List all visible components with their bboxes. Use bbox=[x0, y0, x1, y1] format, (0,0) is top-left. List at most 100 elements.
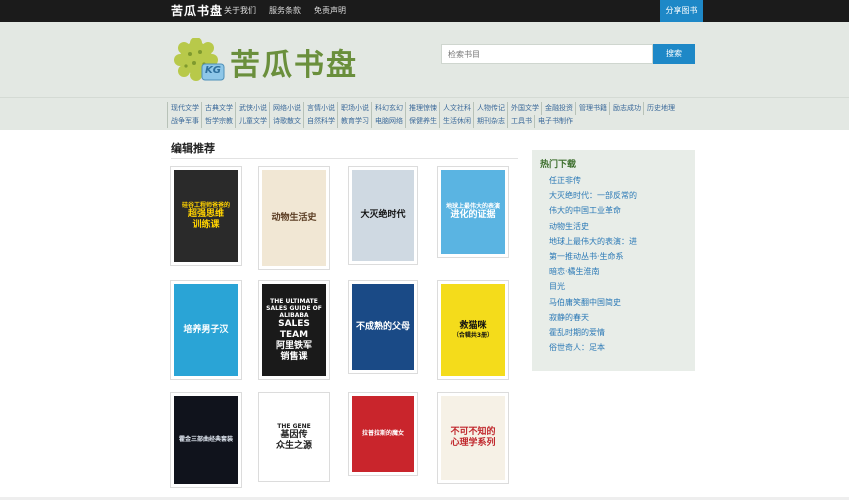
category-link[interactable]: 人物传记 bbox=[473, 102, 505, 115]
divider bbox=[171, 158, 518, 159]
book-cover: 大灭绝时代 bbox=[352, 170, 414, 261]
book-card[interactable]: 拉普拉斯的魔女 bbox=[348, 392, 418, 476]
category-link[interactable]: 言情小说 bbox=[303, 102, 335, 115]
book-card[interactable]: 硅谷工程师爸爸的 超强思维 训练课 bbox=[170, 166, 242, 266]
book-card[interactable]: THE ULTIMATE SALES GUIDE OF ALIBABA SALES TE… bbox=[258, 280, 330, 380]
brand-name[interactable]: 苦瓜书盘 bbox=[171, 2, 223, 19]
hot-download-link[interactable]: 动物生活史 bbox=[549, 219, 689, 234]
book-cover: THE ULTIMATE SALES GUIDE OF ALIBABA SALES TE… bbox=[262, 284, 326, 376]
category-nav: 现代文学 古典文学 武侠小说 网络小说 言情小说 职场小说 科幻玄幻 推理惊悚 人文社科 人物传记… bbox=[0, 97, 849, 130]
book-cover-text: 培养男子汉 bbox=[183, 324, 229, 335]
book-cover-text: 不可不知的 bbox=[450, 427, 496, 438]
book-cover: 不可不知的 心理学系列 bbox=[441, 396, 505, 480]
editor-picks-title: 编辑推荐 bbox=[171, 142, 215, 155]
category-link[interactable]: 保健养生 bbox=[405, 115, 437, 128]
book-card[interactable]: THE GENE 基因传 众生之源 bbox=[258, 392, 330, 482]
category-link[interactable]: 历史地理 bbox=[643, 102, 675, 115]
book-cover-text: 众生之源 bbox=[275, 440, 312, 451]
category-link[interactable]: 励志成功 bbox=[609, 102, 641, 115]
category-link[interactable]: 推理惊悚 bbox=[405, 102, 437, 115]
book-cover: 霍金三部曲经典套装 bbox=[174, 396, 238, 484]
hot-download-link[interactable]: 地球上最伟大的表演：进 bbox=[549, 234, 689, 249]
hot-download-link[interactable]: 大灭绝时代：一部反常的 bbox=[549, 188, 689, 203]
book-card[interactable]: 不成熟的父母 bbox=[348, 280, 418, 374]
nav-about[interactable]: 关于我们 bbox=[224, 5, 256, 16]
book-card[interactable]: 霍金三部曲经典套装 bbox=[170, 392, 242, 488]
category-link[interactable]: 电子书制作 bbox=[534, 115, 573, 128]
book-grid: 硅谷工程师爸爸的 超强思维 训练课 动物生活史 大灭绝时代 地球上最伟大的表演 进化的证据培… bbox=[170, 166, 515, 496]
search-button[interactable]: 搜索 bbox=[653, 44, 695, 64]
hot-downloads-list: 任正非传 大灭绝时代：一部反常的 伟大的中国工业革命 动物生活史 地球上最伟大的表演：进… bbox=[549, 173, 689, 355]
book-cover: 培养男子汉 bbox=[174, 284, 238, 376]
book-cover-text: SALES bbox=[278, 319, 310, 330]
category-link[interactable]: 教育学习 bbox=[337, 115, 369, 128]
category-link[interactable]: 网络小说 bbox=[269, 102, 301, 115]
category-link[interactable]: 战争军事 bbox=[167, 115, 199, 128]
category-link[interactable]: 生活休闲 bbox=[439, 115, 471, 128]
category-link[interactable]: 诗歌散文 bbox=[269, 115, 301, 128]
book-cover-text: 不成熟的父母 bbox=[355, 321, 410, 332]
nav-terms[interactable]: 服务条款 bbox=[269, 5, 301, 16]
logo-text: 苦瓜书盘 bbox=[230, 48, 358, 83]
book-cover-text: THE ULTIMATE bbox=[270, 297, 318, 305]
hot-download-link[interactable]: 暗恋·橘生淮南 bbox=[549, 264, 689, 279]
hot-download-link[interactable]: 第一推动丛书·生命系 bbox=[549, 249, 689, 264]
book-card[interactable]: 动物生活史 bbox=[258, 166, 330, 270]
book-cover: 硅谷工程师爸爸的 超强思维 训练课 bbox=[174, 170, 238, 262]
site-logo[interactable]: KG 苦瓜书盘 bbox=[174, 38, 359, 83]
hot-download-link[interactable]: 俗世奇人：足本 bbox=[549, 340, 689, 355]
hot-download-link[interactable]: 马伯庸笑翻中国简史 bbox=[549, 295, 689, 310]
book-cover-text: 销售课 bbox=[280, 351, 308, 362]
hot-download-link[interactable]: 寂静的春天 bbox=[549, 310, 689, 325]
book-cover-text: 动物生活史 bbox=[271, 212, 317, 223]
book-cover-text: （合辑共3册） bbox=[452, 331, 494, 339]
top-bar: 苦瓜书盘 关于我们 服务条款 免责声明 分享图书 bbox=[0, 0, 849, 22]
category-link[interactable]: 管理书籍 bbox=[575, 102, 607, 115]
category-link[interactable]: 古典文学 bbox=[201, 102, 233, 115]
share-book-button[interactable]: 分享图书 bbox=[660, 0, 703, 22]
hot-download-link[interactable]: 目光 bbox=[549, 279, 689, 294]
book-cover-text: 阿里铁军 bbox=[275, 340, 312, 351]
book-cover-text: 超强思维 bbox=[187, 208, 224, 219]
book-cover-text: 进化的证据 bbox=[450, 210, 496, 221]
book-cover-text: 拉普拉斯的魔女 bbox=[361, 430, 404, 438]
book-cover: 地球上最伟大的表演 进化的证据 bbox=[441, 170, 505, 254]
book-card[interactable]: 大灭绝时代 bbox=[348, 166, 418, 265]
category-link[interactable]: 武侠小说 bbox=[235, 102, 267, 115]
category-link[interactable]: 金融投资 bbox=[541, 102, 573, 115]
category-link[interactable]: 外国文学 bbox=[507, 102, 539, 115]
book-card[interactable]: 不可不知的 心理学系列 bbox=[437, 392, 509, 484]
book-cover: 拉普拉斯的魔女 bbox=[352, 396, 414, 472]
book-card[interactable]: 培养男子汉 bbox=[170, 280, 242, 380]
category-link[interactable]: 工具书 bbox=[507, 115, 532, 128]
book-cover-text: 心理学系列 bbox=[450, 438, 496, 448]
book-cover-text: 基因传 bbox=[280, 429, 308, 440]
category-link[interactable]: 哲学宗教 bbox=[201, 115, 233, 128]
book-cover-text: 大灭绝时代 bbox=[360, 210, 406, 221]
nav-disclaimer[interactable]: 免责声明 bbox=[314, 5, 346, 16]
category-link[interactable]: 电脑网络 bbox=[371, 115, 403, 128]
category-link[interactable]: 现代文学 bbox=[167, 102, 199, 115]
category-link[interactable]: 自然科学 bbox=[303, 115, 335, 128]
book-cover-text: THE GENE bbox=[277, 422, 311, 430]
category-link[interactable]: 职场小说 bbox=[337, 102, 369, 115]
book-cover-text: SALES GUIDE OF bbox=[266, 304, 322, 312]
book-card[interactable]: 地球上最伟大的表演 进化的证据 bbox=[437, 166, 509, 258]
hot-download-link[interactable]: 伟大的中国工业革命 bbox=[549, 203, 689, 218]
book-cover-text: 救猫咪 bbox=[459, 321, 487, 331]
book-cover-text: TEAM bbox=[279, 329, 309, 340]
top-nav: 关于我们 服务条款 免责声明 bbox=[224, 5, 346, 16]
book-cover: 救猫咪 （合辑共3册） bbox=[441, 284, 505, 376]
book-cover-text: ALIBABA bbox=[279, 312, 309, 319]
category-link[interactable]: 期刊杂志 bbox=[473, 115, 505, 128]
search-input[interactable] bbox=[441, 44, 653, 64]
hot-download-link[interactable]: 霍乱时期的爱情 bbox=[549, 325, 689, 340]
book-cover: 不成熟的父母 bbox=[352, 284, 414, 370]
book-card[interactable]: 救猫咪 （合辑共3册） bbox=[437, 280, 509, 380]
book-cover-text: 霍金三部曲经典套装 bbox=[178, 436, 233, 444]
book-cover-text: 硅谷工程师爸爸的 bbox=[181, 201, 230, 209]
category-link[interactable]: 儿童文学 bbox=[235, 115, 267, 128]
hot-download-link[interactable]: 任正非传 bbox=[549, 173, 689, 188]
category-link[interactable]: 人文社科 bbox=[439, 102, 471, 115]
category-link[interactable]: 科幻玄幻 bbox=[371, 102, 403, 115]
